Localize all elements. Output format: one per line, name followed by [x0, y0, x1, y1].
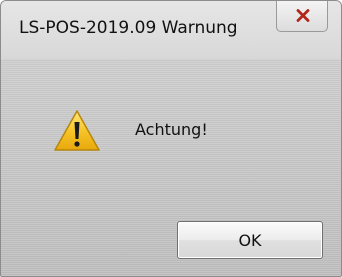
warning-icon — [54, 110, 100, 151]
dialog-content: Achtung! OK — [1, 59, 341, 276]
close-button[interactable] — [276, 1, 328, 32]
title-bar[interactable]: LS-POS-2019.09 Warnung — [1, 1, 341, 59]
window-title: LS-POS-2019.09 Warnung — [19, 18, 238, 38]
message-text: Achtung! — [135, 120, 208, 139]
close-icon — [296, 9, 310, 22]
ok-button[interactable]: OK — [177, 221, 323, 259]
warning-dialog: LS-POS-2019.09 Warnung Achtung! OK — [0, 0, 342, 277]
